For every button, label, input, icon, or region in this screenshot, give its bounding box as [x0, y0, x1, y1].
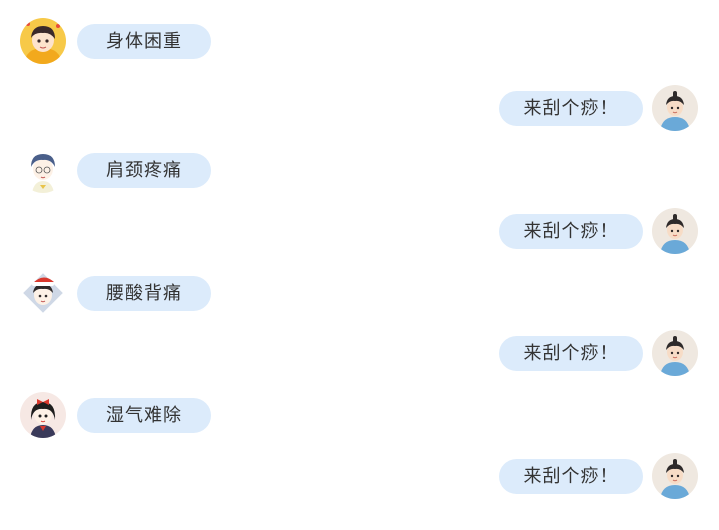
chat-message-incoming: 身体困重: [0, 18, 719, 66]
message-bubble: 湿气难除: [77, 398, 211, 433]
therapist-avatar[interactable]: [652, 85, 698, 131]
boy-santa-hat-avatar[interactable]: [20, 270, 66, 316]
chat-message-outgoing: 来刮个痧！: [0, 208, 719, 256]
chat-message-incoming: 湿气难除: [0, 392, 719, 440]
therapist-avatar[interactable]: [652, 208, 698, 254]
boy-blue-hair-avatar[interactable]: [20, 147, 66, 193]
message-bubble: 来刮个痧！: [499, 91, 643, 126]
chat-message-outgoing: 来刮个痧！: [0, 85, 719, 133]
message-bubble: 身体困重: [77, 24, 211, 59]
message-bubble: 来刮个痧！: [499, 459, 643, 494]
chat-message-outgoing: 来刮个痧！: [0, 453, 719, 501]
message-bubble: 来刮个痧！: [499, 214, 643, 249]
message-bubble: 肩颈疼痛: [77, 153, 211, 188]
chat-message-outgoing: 来刮个痧！: [0, 330, 719, 378]
chat-message-incoming: 肩颈疼痛: [0, 147, 719, 195]
message-bubble: 腰酸背痛: [77, 276, 211, 311]
therapist-avatar[interactable]: [652, 453, 698, 499]
therapist-avatar[interactable]: [652, 330, 698, 376]
girl-red-bow-avatar[interactable]: [20, 392, 66, 438]
chat-message-incoming: 腰酸背痛: [0, 270, 719, 318]
message-bubble: 来刮个痧！: [499, 336, 643, 371]
boy-yellow-hoodie-avatar[interactable]: [20, 18, 66, 64]
